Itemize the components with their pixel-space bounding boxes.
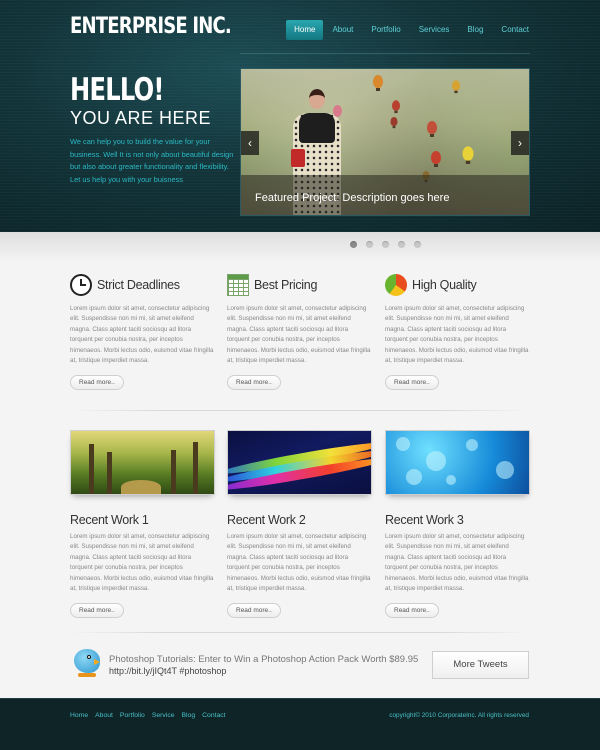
slider-figure-icecream xyxy=(333,105,342,117)
work-thumbnail-bokeh[interactable] xyxy=(385,430,530,495)
main-nav: Home About Portfolio Services Blog Conta… xyxy=(286,20,538,40)
nav-divider xyxy=(240,53,530,54)
feature-title: High Quality xyxy=(412,278,477,292)
slider-dot-3[interactable] xyxy=(382,241,389,248)
nav-contact[interactable]: Contact xyxy=(492,20,538,40)
feature-high-quality: High Quality Lorem ipsum dolor sit amet,… xyxy=(385,272,530,391)
read-more-button[interactable]: Read more.. xyxy=(227,375,281,391)
nav-home[interactable]: Home xyxy=(286,20,324,40)
feature-best-pricing: Best Pricing Lorem ipsum dolor sit amet,… xyxy=(227,272,372,391)
slider-dot-5[interactable] xyxy=(414,241,421,248)
slider-caption[interactable]: Featured Project: Description goes here xyxy=(255,192,449,204)
site-logo[interactable]: ENTERPRISE INC. xyxy=(70,14,232,39)
tweet-text: Photoshop Tutorials: Enter to Win a Phot… xyxy=(109,654,419,665)
footer: Home About Portfolio Service Blog Contac… xyxy=(0,698,600,750)
work-title[interactable]: Recent Work 1 xyxy=(70,513,215,527)
section-divider xyxy=(70,410,530,411)
footer-nav: Home About Portfolio Service Blog Contac… xyxy=(70,712,226,719)
read-more-button[interactable]: Read more.. xyxy=(70,375,124,391)
nav-services[interactable]: Services xyxy=(410,20,459,40)
work-thumbnail-forest[interactable] xyxy=(70,430,215,495)
hero-headline: HELLO! xyxy=(70,72,164,108)
work-title[interactable]: Recent Work 2 xyxy=(227,513,372,527)
copyright-text: copyright© 2010 CorporateInc. All rights… xyxy=(389,712,529,719)
spreadsheet-icon xyxy=(227,274,249,296)
slider-figure-bag xyxy=(291,149,305,167)
pie-chart-icon xyxy=(385,274,407,296)
feature-title: Best Pricing xyxy=(254,278,318,292)
work-text: Lorem ipsum dolor sit amet, consectetur … xyxy=(385,533,529,593)
slider-dot-4[interactable] xyxy=(398,241,405,248)
read-more-button[interactable]: Read more.. xyxy=(70,603,124,619)
read-more-button[interactable]: Read more.. xyxy=(385,603,439,619)
clock-icon xyxy=(70,274,92,296)
balloon-image xyxy=(392,100,400,114)
read-more-button[interactable]: Read more.. xyxy=(227,603,281,619)
work-text: Lorem ipsum dolor sit amet, consectetur … xyxy=(227,533,371,593)
slider-prev-arrow-icon[interactable]: ‹ xyxy=(241,131,259,155)
balloon-image xyxy=(452,80,460,94)
balloon-image xyxy=(431,151,441,167)
recent-work-3: Recent Work 3 Lorem ipsum dolor sit amet… xyxy=(385,430,530,619)
work-text: Lorem ipsum dolor sit amet, consectetur … xyxy=(70,533,214,593)
nav-about[interactable]: About xyxy=(323,20,362,40)
feature-header: High Quality xyxy=(385,272,530,298)
feature-title: Strict Deadlines xyxy=(97,278,180,292)
hero-header: ENTERPRISE INC. Home About Portfolio Ser… xyxy=(0,0,600,232)
recent-work-2: Recent Work 2 Lorem ipsum dolor sit amet… xyxy=(227,430,372,619)
more-tweets-button[interactable]: More Tweets xyxy=(432,651,529,679)
footer-link-home[interactable]: Home xyxy=(70,712,88,719)
read-more-button[interactable]: Read more.. xyxy=(385,375,439,391)
footer-link-portfolio[interactable]: Portfolio xyxy=(120,712,145,719)
feature-header: Strict Deadlines xyxy=(70,272,215,298)
slider-dot-1[interactable] xyxy=(350,241,357,248)
feature-text: Lorem ipsum dolor sit amet, consectetur … xyxy=(70,305,214,365)
hero-description: We can help you to build the value for y… xyxy=(70,137,234,184)
section-divider xyxy=(70,632,530,633)
footer-link-blog[interactable]: Blog xyxy=(182,712,196,719)
feature-text: Lorem ipsum dolor sit amet, consectetur … xyxy=(385,305,529,365)
recent-work-1: Recent Work 1 Lorem ipsum dolor sit amet… xyxy=(70,430,215,619)
feature-strict-deadlines: Strict Deadlines Lorem ipsum dolor sit a… xyxy=(70,272,215,391)
footer-link-contact[interactable]: Contact xyxy=(202,712,225,719)
work-thumbnail-wave[interactable] xyxy=(227,430,372,495)
feature-text: Lorem ipsum dolor sit amet, consectetur … xyxy=(227,305,371,365)
footer-link-service[interactable]: Service xyxy=(152,712,175,719)
balloon-image xyxy=(462,146,474,164)
slider-figure-top xyxy=(299,113,335,143)
balloon-image xyxy=(427,121,437,137)
twitter-bird-icon xyxy=(70,645,104,681)
hero-subheadline: YOU ARE HERE xyxy=(70,108,212,128)
slider-pagination xyxy=(350,241,421,248)
featured-slider[interactable]: Featured Project: Description goes here … xyxy=(240,68,530,216)
balloon-image xyxy=(373,75,383,91)
nav-blog[interactable]: Blog xyxy=(458,20,492,40)
hero-shadow xyxy=(0,232,600,262)
feature-header: Best Pricing xyxy=(227,272,372,298)
slider-next-arrow-icon[interactable]: › xyxy=(511,131,529,155)
slider-figure-head xyxy=(309,89,325,109)
nav-portfolio[interactable]: Portfolio xyxy=(362,20,409,40)
tweet-link[interactable]: http://bit.ly/jIQt4T #photoshop xyxy=(109,666,226,676)
work-title[interactable]: Recent Work 3 xyxy=(385,513,530,527)
footer-link-about[interactable]: About xyxy=(95,712,113,719)
balloon-image xyxy=(390,116,398,129)
slider-dot-2[interactable] xyxy=(366,241,373,248)
